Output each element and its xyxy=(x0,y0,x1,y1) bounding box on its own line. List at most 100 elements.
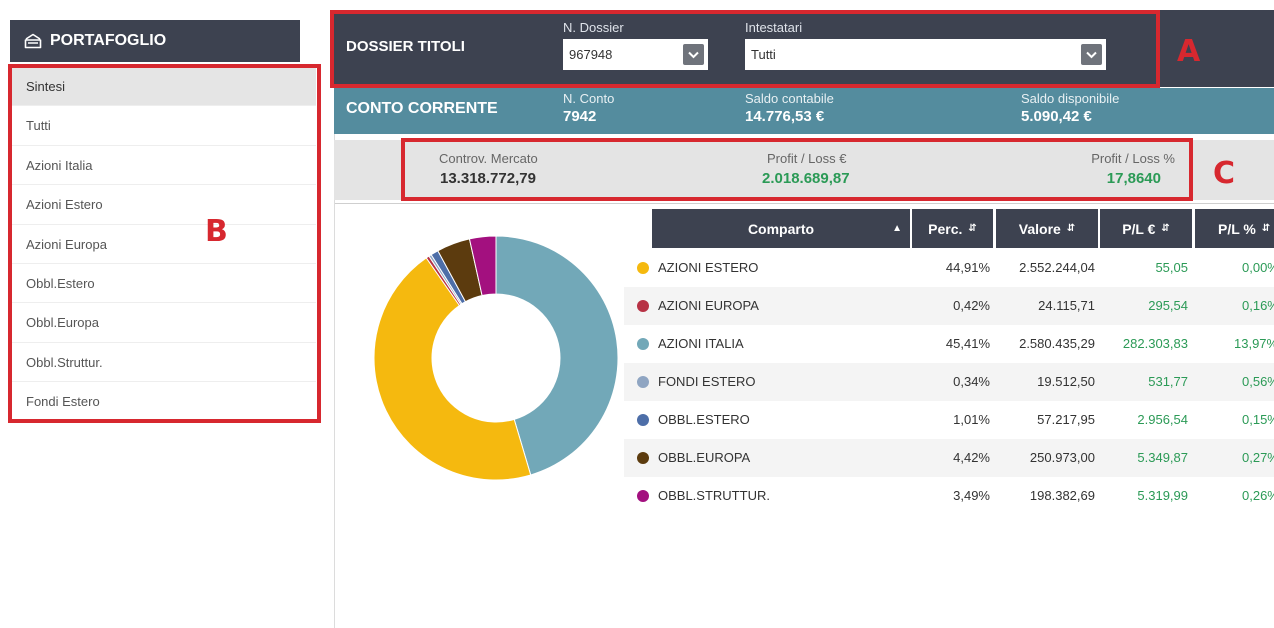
pl-pct-cell: 0,56% xyxy=(1242,374,1274,389)
dossier-title: DOSSIER TITOLI xyxy=(346,38,465,55)
n-dossier-value: 967948 xyxy=(569,47,613,62)
table-row[interactable]: FONDI ESTERO 0,34% 19.512,50 531,77 0,56… xyxy=(624,363,1274,401)
profit-loss-eur-value: 2.018.689,87 xyxy=(762,170,850,187)
valore-cell: 198.382,69 xyxy=(1029,488,1095,503)
comparto-cell: OBBL.EUROPA xyxy=(658,450,751,465)
table-row[interactable]: AZIONI EUROPA 0,42% 24.115,71 295,54 0,1… xyxy=(624,287,1274,325)
portafoglio-header: PORTAFOGLIO xyxy=(10,20,300,62)
pl-pct-cell: 0,26% xyxy=(1242,488,1274,503)
sidebar-item-obbl-struttur[interactable]: Obbl.Struttur. xyxy=(12,343,316,383)
metrics-bar: Controv. Mercato 13.318.772,79 Profit / … xyxy=(334,140,1274,200)
pl-pct-cell: 0,16% xyxy=(1242,298,1274,313)
pl-eur-cell: 282.303,83 xyxy=(1122,336,1188,351)
pl-eur-cell: 531,77 xyxy=(1148,374,1188,389)
annotation-letter-c: C xyxy=(1213,156,1236,191)
chevron-down-icon xyxy=(1081,44,1102,65)
dossier-bar: DOSSIER TITOLI N. Dossier 967948 Intesta… xyxy=(334,10,1274,87)
pl-eur-cell: 295,54 xyxy=(1148,298,1188,313)
sort-icon: ⇵ xyxy=(968,223,977,234)
pl-eur-header-label: P/L € xyxy=(1122,220,1156,237)
sidebar-nav: Sintesi Tutti Azioni Italia Azioni Ester… xyxy=(12,67,316,422)
comparto-cell: AZIONI EUROPA xyxy=(658,298,759,313)
legend-dot xyxy=(637,338,649,350)
column-header-pl-eur[interactable]: P/L € ⇵ xyxy=(1100,209,1192,248)
sidebar-item-azioni-europa[interactable]: Azioni Europa xyxy=(12,225,316,264)
column-header-valore[interactable]: Valore ⇵ xyxy=(996,209,1098,248)
sidebar-item-azioni-estero[interactable]: Azioni Estero xyxy=(12,185,316,225)
comparto-cell: FONDI ESTERO xyxy=(658,374,756,389)
valore-header-label: Valore xyxy=(1018,220,1061,237)
comparto-cell: AZIONI ESTERO xyxy=(658,260,759,275)
comparto-header-label: Comparto xyxy=(747,220,815,237)
sort-icon: ⇵ xyxy=(1261,223,1271,234)
pl-pct-header-label: P/L % xyxy=(1218,220,1256,237)
comparto-cell: OBBL.ESTERO xyxy=(658,412,750,427)
saldo-contabile-value: 14.776,53 € xyxy=(745,108,825,125)
column-header-perc[interactable]: Perc. ⇵ xyxy=(912,209,993,248)
profit-loss-pct-label: Profit / Loss % xyxy=(1091,151,1175,166)
table-row[interactable]: OBBL.STRUTTUR. 3,49% 198.382,69 5.319,99… xyxy=(624,477,1274,515)
controv-mercato-value: 13.318.772,79 xyxy=(440,170,536,187)
profit-loss-eur-label: Profit / Loss € xyxy=(767,151,847,166)
sidebar-item-fondi-estero[interactable]: Fondi Estero xyxy=(12,382,316,422)
sidebar-item-obbl-europa[interactable]: Obbl.Europa xyxy=(12,303,316,343)
legend-dot xyxy=(637,414,649,426)
perc-cell: 4,42% xyxy=(953,450,990,465)
legend-dot xyxy=(637,376,649,388)
sidebar-item-tutti[interactable]: Tutti xyxy=(12,106,316,146)
valore-cell: 19.512,50 xyxy=(1037,374,1095,389)
table-row[interactable]: OBBL.ESTERO 1,01% 57.217,95 2.956,54 0,1… xyxy=(624,401,1274,439)
intestatari-label: Intestatari xyxy=(745,20,803,35)
saldo-contabile-label: Saldo contabile xyxy=(745,91,834,106)
pl-pct-cell: 0,00% xyxy=(1242,260,1274,275)
intestatari-value: Tutti xyxy=(751,47,776,62)
profit-loss-pct-value: 17,8640 xyxy=(1106,170,1161,187)
table-row[interactable]: OBBL.EUROPA 4,42% 250.973,00 5.349,87 0,… xyxy=(624,439,1274,477)
sidebar-item-obbl-estero[interactable]: Obbl.Estero xyxy=(12,264,316,304)
perc-cell: 3,49% xyxy=(953,488,990,503)
sort-icon: ⇵ xyxy=(1066,223,1076,234)
n-dossier-select[interactable]: 967948 xyxy=(563,39,708,70)
n-conto-value: 7942 xyxy=(563,108,597,125)
n-conto-label: N. Conto xyxy=(563,91,615,106)
section-divider xyxy=(335,203,1274,204)
sidebar-item-azioni-italia[interactable]: Azioni Italia xyxy=(12,146,316,186)
annotation-letter-a: A xyxy=(1177,34,1201,69)
pl-eur-cell: 55,05 xyxy=(1155,260,1188,275)
annotation-letter-b: B xyxy=(205,214,228,249)
saldo-disponibile-value: 5.090,42 € xyxy=(1021,108,1092,125)
portafoglio-title: PORTAFOGLIO xyxy=(50,32,167,49)
legend-dot xyxy=(637,262,649,274)
table-row[interactable]: AZIONI ITALIA 45,41% 2.580.435,29 282.30… xyxy=(624,325,1274,363)
conto-title: CONTO CORRENTE xyxy=(346,100,498,117)
conto-corrente-bar: CONTO CORRENTE N. Conto 7942 Saldo conta… xyxy=(334,88,1274,134)
folder-icon xyxy=(24,33,42,49)
perc-cell: 0,42% xyxy=(953,298,990,313)
n-dossier-label: N. Dossier xyxy=(563,20,624,35)
pl-eur-cell: 5.319,99 xyxy=(1137,488,1188,503)
legend-dot xyxy=(637,490,649,502)
table-row[interactable]: AZIONI ESTERO 44,91% 2.552.244,04 55,05 … xyxy=(624,249,1274,287)
controv-mercato-label: Controv. Mercato xyxy=(439,151,538,166)
comparto-cell: AZIONI ITALIA xyxy=(658,336,744,351)
valore-cell: 2.552.244,04 xyxy=(1019,260,1095,275)
valore-cell: 24.115,71 xyxy=(1038,298,1095,313)
pl-eur-cell: 5.349,87 xyxy=(1137,450,1188,465)
perc-cell: 0,34% xyxy=(953,374,990,389)
sidebar-item-sintesi[interactable]: Sintesi xyxy=(12,67,316,107)
perc-cell: 44,91% xyxy=(945,260,990,275)
legend-dot xyxy=(637,300,649,312)
valore-cell: 57.217,95 xyxy=(1037,412,1095,427)
saldo-disponibile-label: Saldo disponibile xyxy=(1021,91,1120,106)
legend-dot xyxy=(637,452,649,464)
pl-pct-cell: 0,27% xyxy=(1242,450,1274,465)
perc-header-label: Perc. xyxy=(928,220,963,237)
intestatari-select[interactable]: Tutti xyxy=(745,39,1106,70)
pl-pct-cell: 13,97% xyxy=(1234,336,1274,351)
column-header-comparto[interactable]: Comparto ▲ xyxy=(652,209,910,248)
column-header-pl-pct[interactable]: P/L % ⇵ xyxy=(1195,209,1274,248)
pl-eur-cell: 2.956,54 xyxy=(1137,412,1188,427)
perc-cell: 1,01% xyxy=(953,412,990,427)
chevron-down-icon xyxy=(683,44,704,65)
portfolio-donut-chart xyxy=(373,235,619,481)
